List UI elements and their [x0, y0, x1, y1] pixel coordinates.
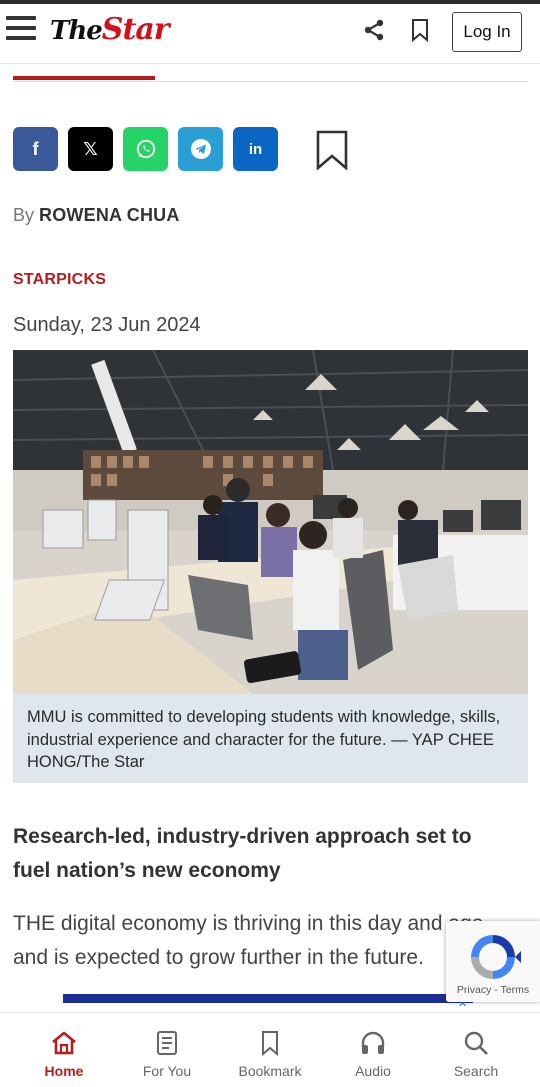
- x-icon: 𝕏: [83, 138, 98, 159]
- bottom-navigation: Home For You Bookmark Audio Search: [0, 1012, 540, 1087]
- nav-search-label: Search: [453, 1063, 499, 1079]
- search-icon: [464, 1031, 488, 1055]
- nav-home[interactable]: Home: [10, 1013, 118, 1087]
- nav-bookmark-label: Bookmark: [238, 1063, 302, 1079]
- site-header: TheStar Log In: [0, 4, 540, 64]
- article-subheading: Research-led, industry-driven approach s…: [13, 825, 472, 882]
- nav-audio-label: Audio: [355, 1063, 391, 1079]
- telegram-icon: [190, 139, 211, 159]
- home-icon: [52, 1031, 76, 1055]
- for-you-icon: [157, 1031, 177, 1055]
- article-photo: [13, 350, 528, 694]
- facebook-icon: f: [32, 138, 39, 159]
- section-tab-indicator: [13, 76, 528, 82]
- the-star-logo[interactable]: TheStar: [50, 12, 170, 47]
- recaptcha-links[interactable]: Privacy - Terms: [446, 984, 540, 996]
- linkedin-icon: in: [248, 140, 263, 158]
- ad-banner[interactable]: [63, 994, 473, 1003]
- nav-for-you-label: For You: [142, 1063, 192, 1079]
- linkedin-share-button[interactable]: in: [233, 127, 278, 171]
- bookmark-icon: [262, 1031, 278, 1057]
- author-name[interactable]: ROWENA CHUA: [39, 205, 180, 225]
- nav-search[interactable]: Search: [422, 1013, 530, 1087]
- nav-home-label: Home: [44, 1063, 84, 1079]
- bookmark-icon[interactable]: [408, 18, 432, 42]
- login-button[interactable]: Log In: [452, 12, 522, 52]
- recaptcha-icon: [471, 935, 521, 979]
- classroom-photo: [13, 350, 528, 694]
- logo-star: Star: [101, 12, 170, 47]
- share-icon[interactable]: [362, 18, 386, 42]
- menu-icon[interactable]: [6, 16, 38, 44]
- logo-the: The: [50, 16, 103, 46]
- whatsapp-share-button[interactable]: [123, 127, 168, 171]
- nav-audio[interactable]: Audio: [319, 1013, 427, 1087]
- section-label[interactable]: STARPICKS: [13, 271, 106, 289]
- byline: By ROWENA CHUA: [13, 205, 180, 226]
- photo-caption: MMU is committed to developing students …: [13, 694, 528, 783]
- x-share-button[interactable]: 𝕏: [68, 127, 113, 171]
- byline-prefix: By: [13, 205, 35, 225]
- recaptcha-badge[interactable]: Privacy - Terms: [446, 921, 540, 1002]
- headphones-icon: [361, 1031, 385, 1054]
- nav-for-you[interactable]: For You: [113, 1013, 221, 1087]
- article-body: THE digital economy is thriving in this …: [13, 912, 484, 969]
- telegram-share-button[interactable]: [178, 127, 223, 171]
- whatsapp-icon: [136, 139, 155, 159]
- nav-bookmark[interactable]: Bookmark: [216, 1013, 324, 1087]
- save-article-bookmark-icon[interactable]: [315, 130, 349, 170]
- facebook-share-button[interactable]: f: [13, 127, 58, 171]
- publish-date: Sunday, 23 Jun 2024: [13, 314, 201, 336]
